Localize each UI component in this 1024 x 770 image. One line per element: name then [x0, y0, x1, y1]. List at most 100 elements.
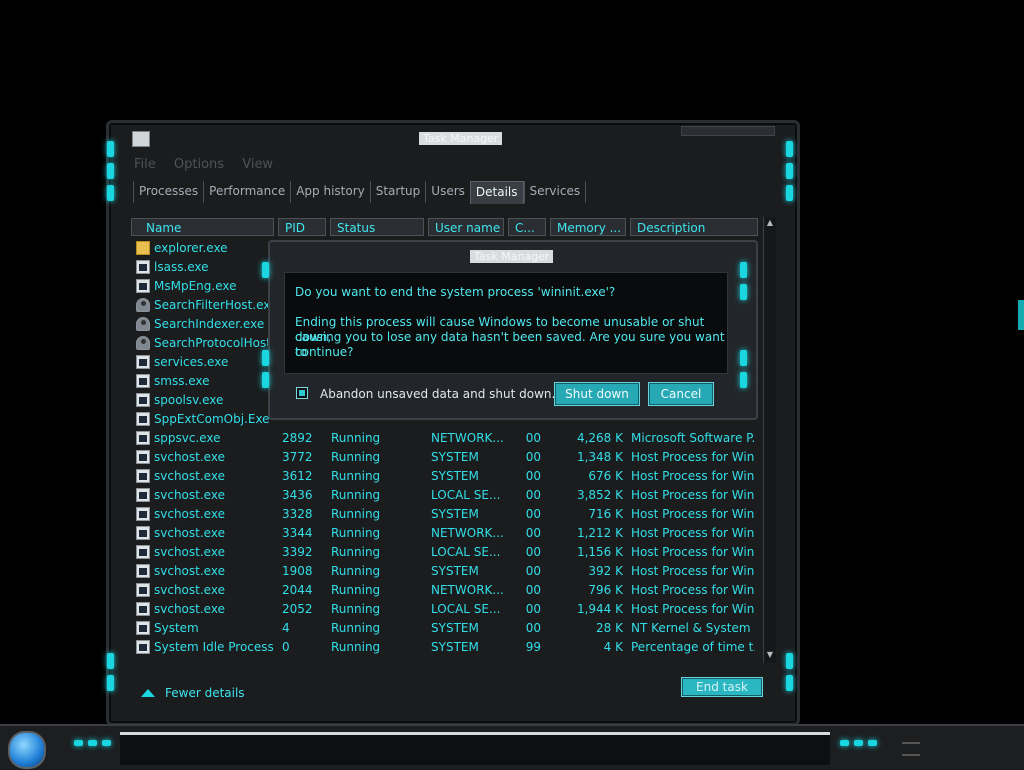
- dialog-question: Do you want to end the system process 'w…: [295, 285, 616, 299]
- table-row[interactable]: svchost.exe 3772 Running SYSTEM 00 1,348 K Hos…: [136, 448, 756, 467]
- table-row[interactable]: svchost.exe 3392 Running LOCAL SE... 00 1,156…: [136, 543, 756, 562]
- app-window-icon: [136, 488, 150, 502]
- tab-services[interactable]: Services: [523, 181, 587, 203]
- app-window-icon: [136, 431, 150, 445]
- cell-cpu: 00: [525, 583, 541, 597]
- scroll-down-icon[interactable]: ▼: [765, 650, 775, 660]
- column-header-status[interactable]: Status: [330, 218, 424, 236]
- cell-mem: 3,852 K: [576, 488, 623, 502]
- fewer-details-link[interactable]: Fewer details: [141, 686, 245, 700]
- table-row[interactable]: svchost.exe 1908 Running SYSTEM 00 392 K Host …: [136, 562, 756, 581]
- table-row[interactable]: sppsvc.exe 2892 Running NETWORK... 00 4,268 K…: [136, 429, 756, 448]
- table-row[interactable]: svchost.exe 3328 Running SYSTEM 00 716 K Host …: [136, 505, 756, 524]
- abandon-data-checkbox[interactable]: [296, 387, 308, 399]
- abandon-data-label[interactable]: Abandon unsaved data and shut down.: [320, 387, 555, 401]
- cell-cpu: 00: [525, 450, 541, 464]
- app-window-icon: [136, 450, 150, 464]
- taskbar-led: [102, 740, 111, 746]
- cell-desc: Host Process for Win...: [631, 564, 755, 578]
- frame-led: [107, 185, 114, 201]
- cell-name: spoolsv.exe: [154, 393, 224, 407]
- cell-name: svchost.exe: [154, 564, 225, 578]
- cell-status: Running: [331, 583, 381, 597]
- cell-pid: 0: [282, 640, 290, 654]
- cell-cpu: 00: [525, 602, 541, 616]
- tray-icon[interactable]: [902, 742, 920, 756]
- cell-desc: Host Process for Win...: [631, 488, 755, 502]
- cell-name: svchost.exe: [154, 545, 225, 559]
- start-button[interactable]: [8, 731, 46, 769]
- task-manager-app-icon[interactable]: [132, 131, 150, 147]
- cell-cpu: 00: [525, 469, 541, 483]
- cell-status: Running: [331, 640, 381, 654]
- column-header-description[interactable]: Description: [630, 218, 758, 236]
- table-row[interactable]: svchost.exe 3436 Running LOCAL SE... 00 3,852…: [136, 486, 756, 505]
- cell-name: MsMpEng.exe: [154, 279, 237, 293]
- cell-user: LOCAL SE...: [431, 488, 501, 502]
- app-window-icon: [136, 526, 150, 540]
- table-row[interactable]: svchost.exe 3344 Running NETWORK... 00 1,212 …: [136, 524, 756, 543]
- cell-desc: Host Process for Win...: [631, 526, 755, 540]
- dialog-warning-line3: continue?: [295, 345, 354, 359]
- tab-users[interactable]: Users: [425, 181, 470, 203]
- cancel-button[interactable]: Cancel: [648, 382, 714, 406]
- cell-user: NETWORK...: [431, 583, 503, 597]
- column-header-cpu[interactable]: C...: [508, 218, 546, 236]
- cell-name: svchost.exe: [154, 469, 225, 483]
- end-task-button[interactable]: End task: [681, 677, 763, 697]
- menu-options[interactable]: Options: [174, 157, 224, 172]
- cell-name: explorer.exe: [154, 241, 228, 255]
- table-row[interactable]: svchost.exe 3612 Running SYSTEM 00 676 K Host …: [136, 467, 756, 486]
- tab-processes[interactable]: Processes: [133, 181, 203, 203]
- scroll-up-icon[interactable]: ▲: [765, 218, 775, 228]
- cell-desc: Host Process for Win...: [631, 602, 755, 616]
- confirm-dialog: Task Manager Do you want to end the syst…: [262, 240, 758, 420]
- tab-details[interactable]: Details: [469, 181, 524, 204]
- tab-performance[interactable]: Performance: [203, 181, 290, 203]
- cell-name: svchost.exe: [154, 602, 225, 616]
- app-window-icon: [136, 374, 150, 388]
- menu-view[interactable]: View: [242, 157, 273, 172]
- cell-status: Running: [331, 488, 381, 502]
- taskbar-led: [868, 740, 877, 746]
- cell-name: System: [154, 621, 199, 635]
- cell-mem: 4,268 K: [576, 431, 623, 445]
- cell-mem: 28 K: [596, 621, 623, 635]
- table-row[interactable]: svchost.exe 2052 Running LOCAL SE... 00 1,944…: [136, 600, 756, 619]
- table-row[interactable]: System Idle Process 0 Running SYSTEM 99 4 K Pe…: [136, 638, 756, 657]
- cell-desc: Host Process for Win...: [631, 469, 755, 483]
- cell-mem: 1,156 K: [576, 545, 623, 559]
- cell-cpu: 00: [525, 507, 541, 521]
- app-window-icon: [136, 621, 150, 635]
- table-row[interactable]: svchost.exe 2044 Running NETWORK... 00 796 K H…: [136, 581, 756, 600]
- table-row[interactable]: System 4 Running SYSTEM 00 28 K NT Kernel & Sy…: [136, 619, 756, 638]
- cell-pid: 2892: [282, 431, 313, 445]
- cell-mem: 716 K: [588, 507, 623, 521]
- cell-desc: Host Process for Win...: [631, 507, 755, 521]
- shut-down-button[interactable]: Shut down: [554, 382, 640, 406]
- dialog-message-panel: Do you want to end the system process 'w…: [284, 272, 728, 374]
- cell-mem: 4 K: [603, 640, 623, 654]
- cell-desc: Host Process for Win...: [631, 450, 755, 464]
- column-header-name[interactable]: Name: [131, 218, 274, 236]
- menu-file[interactable]: File: [134, 157, 156, 172]
- cell-name: SearchProtocolHost...: [154, 336, 276, 350]
- cell-name: SearchIndexer.exe: [154, 317, 265, 331]
- search-service-icon: [136, 336, 150, 350]
- taskbar: [0, 724, 1024, 770]
- cell-mem: 392 K: [588, 564, 623, 578]
- cell-pid: 2052: [282, 602, 313, 616]
- cell-cpu: 00: [525, 621, 541, 635]
- column-header-pid[interactable]: PID: [278, 218, 326, 236]
- cell-pid: 3392: [282, 545, 313, 559]
- cell-desc: Host Process for Win...: [631, 583, 755, 597]
- vertical-scrollbar[interactable]: ▲ ▼: [763, 217, 776, 663]
- tab-app-history[interactable]: App history: [290, 181, 370, 203]
- cell-mem: 1,348 K: [576, 450, 623, 464]
- app-window-icon: [136, 412, 150, 426]
- dialog-led: [740, 262, 747, 278]
- tab-startup[interactable]: Startup: [369, 181, 426, 203]
- column-header-user-name[interactable]: User name: [428, 218, 504, 236]
- column-header-memory[interactable]: Memory ...: [550, 218, 626, 236]
- cell-status: Running: [331, 545, 381, 559]
